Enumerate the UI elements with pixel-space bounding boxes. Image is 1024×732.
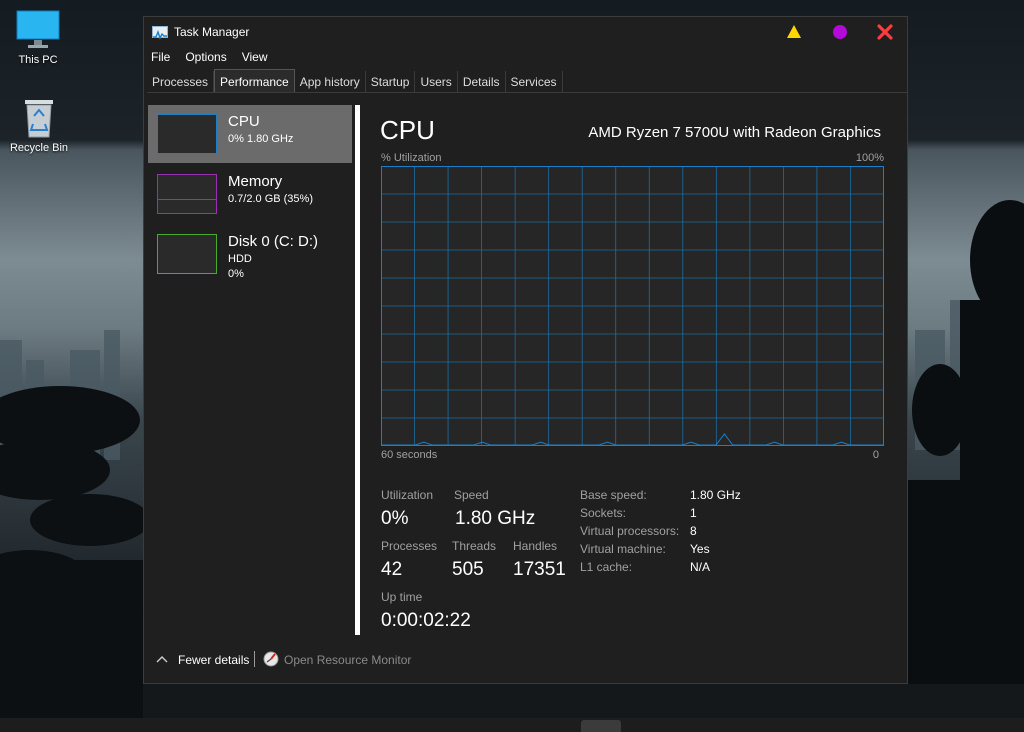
sidebar-item-detail-2: 0% [228,268,244,280]
maximize-button[interactable] [832,24,848,40]
l1-cache-label: L1 cache: [580,560,633,574]
task-manager-icon [152,26,168,40]
recycle-bin-icon [25,100,53,138]
menu-file[interactable]: File [144,47,178,69]
menu-options[interactable]: Options [178,47,234,69]
pane-splitter[interactable] [355,105,360,635]
monitor-icon [16,10,60,48]
resource-monitor-icon[interactable] [263,651,279,667]
close-button[interactable] [877,24,893,40]
sockets-value: 1 [690,506,697,520]
cpu-utilization-graph [381,166,884,446]
base-speed-label: Base speed: [580,488,647,502]
processes-value: 42 [381,559,403,580]
virtual-processors-value: 8 [690,524,697,538]
threads-value: 505 [452,559,484,580]
tab-processes[interactable]: Processes [147,71,215,92]
memory-thumbnail-graph [157,174,217,214]
menu-bar: File Options View [144,47,276,69]
desktop-icon-recycle-bin[interactable]: Recycle Bin [1,96,77,154]
desktop-icon-label: Recycle Bin [9,142,69,154]
handles-label: Handles [513,539,558,553]
disk-thumbnail-graph [157,234,217,274]
desktop-icon-label: This PC [18,54,58,66]
minimize-button[interactable] [786,24,802,40]
utilization-label: Utilization [381,488,434,502]
virtual-machine-label: Virtual machine: [580,542,666,556]
graph-y-label: % Utilization [381,152,442,164]
fewer-details-link[interactable]: Fewer details [178,653,249,667]
virtual-machine-value: Yes [690,542,710,556]
panel-title: CPU [380,115,435,145]
processes-label: Processes [381,539,438,553]
footer-bar: Fewer details Open Resource Monitor [144,645,907,675]
cpu-detail-panel: CPU AMD Ryzen 7 5700U with Radeon Graphi… [366,105,901,645]
sidebar-item-detail: 0.7/2.0 GB (35%) [228,193,313,205]
speed-label: Speed [454,488,489,502]
taskbar-task-manager-button[interactable] [581,720,621,732]
threads-label: Threads [452,539,497,553]
title-bar[interactable]: Task Manager [144,17,907,47]
base-speed-value: 1.80 GHz [690,488,741,502]
desktop-icon-this-pc[interactable]: This PC [0,10,76,66]
virtual-processors-label: Virtual processors: [580,524,680,538]
l1-cache-value: N/A [690,560,711,574]
menu-view[interactable]: View [235,47,276,69]
tab-details[interactable]: Details [458,71,506,92]
sidebar-item-label: Memory [228,173,283,190]
task-manager-window: Task Manager File Options View Processes… [143,16,908,684]
utilization-value: 0% [381,508,409,529]
footer-separator [254,651,255,667]
tab-performance[interactable]: Performance [214,69,295,92]
tab-services[interactable]: Services [506,71,563,92]
graph-y-max-label: 100% [855,152,884,164]
sidebar-item-disk[interactable]: Disk 0 (C: D:) HDD 0% [148,225,352,283]
speed-value: 1.80 GHz [455,508,536,529]
uptime-label: Up time [381,590,423,604]
sockets-label: Sockets: [580,506,627,520]
cpu-thumbnail-graph [157,114,217,154]
tab-app-history[interactable]: App history [295,71,366,92]
sidebar-item-label: CPU [228,113,260,130]
chevron-up-icon[interactable] [156,655,168,663]
performance-sidebar: CPU 0% 1.80 GHz Memory 0.7/2.0 GB (35%) … [148,105,352,635]
tab-bar: Processes Performance App history Startu… [147,69,907,93]
cpu-model-name: AMD Ryzen 7 5700U with Radeon Graphics [588,124,881,141]
open-resource-monitor-link[interactable]: Open Resource Monitor [284,653,411,667]
handles-value: 17351 [513,559,566,580]
sidebar-item-label: Disk 0 (C: D:) [228,233,318,250]
graph-x-left-label: 60 seconds [381,449,438,461]
uptime-value: 0:00:02:22 [381,610,471,631]
sidebar-item-detail: 0% 1.80 GHz [228,133,294,145]
tab-startup[interactable]: Startup [366,71,416,92]
tab-users[interactable]: Users [415,71,458,92]
graph-x-right-label: 0 [872,449,879,461]
sidebar-item-detail: HDD [228,253,252,265]
taskbar [0,718,1024,732]
window-title: Task Manager [174,25,250,39]
sidebar-item-cpu[interactable]: CPU 0% 1.80 GHz [148,105,352,163]
memory-usage-fill [158,199,216,213]
sidebar-item-memory[interactable]: Memory 0.7/2.0 GB (35%) [148,165,352,223]
